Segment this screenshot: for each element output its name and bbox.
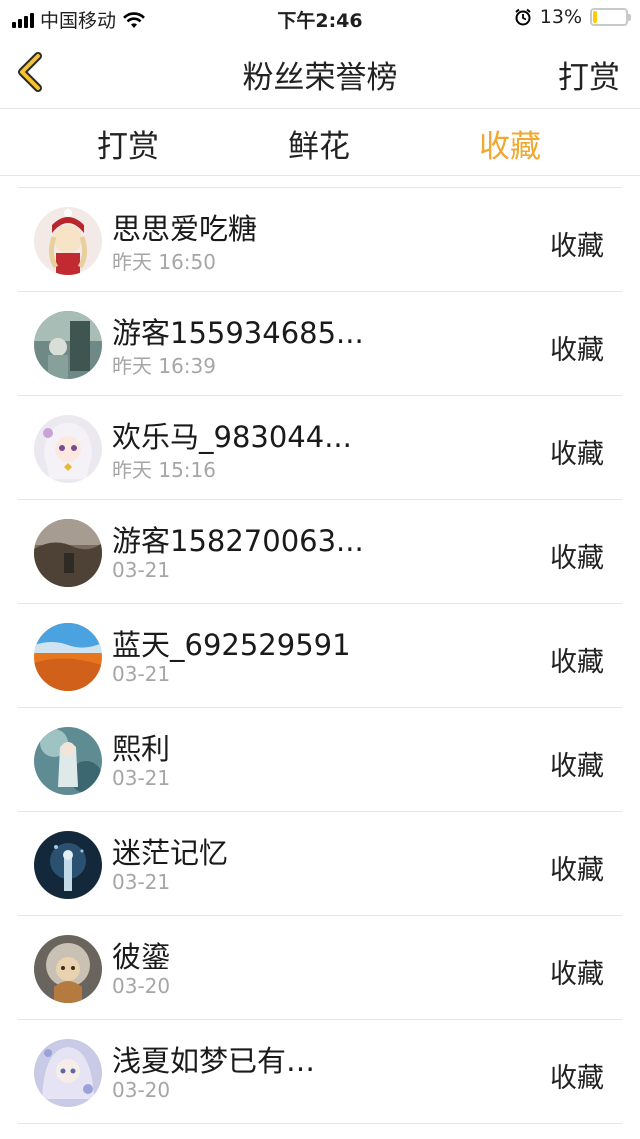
avatar xyxy=(34,727,102,795)
status-bar: 中国移动 下午2:46 13% xyxy=(0,0,640,36)
alarm-icon xyxy=(515,8,531,26)
user-name: 迷茫记忆 xyxy=(112,836,229,870)
list-item[interactable]: 欢乐马_983044... 昨天 15:16 收藏 xyxy=(18,396,622,500)
timestamp: 03-20 xyxy=(112,1078,171,1102)
back-button[interactable] xyxy=(10,48,58,96)
tab-flowers[interactable]: 鲜花 xyxy=(288,121,350,166)
page-title: 粉丝荣誉榜 xyxy=(242,60,398,96)
avatar xyxy=(34,415,102,483)
status-right: 13% xyxy=(514,6,631,28)
nav-bar: 粉丝荣誉榜 打赏 xyxy=(0,36,640,109)
favorite-label: 收藏 xyxy=(550,647,604,678)
user-name: 熙利 xyxy=(112,732,171,766)
favorite-label: 收藏 xyxy=(550,1063,604,1094)
avatar xyxy=(34,1039,102,1107)
user-name: 欢乐马_983044... xyxy=(112,420,352,454)
list-item[interactable]: 熙利 03-21 收藏 xyxy=(18,708,622,812)
user-name: 思思爱吃糖 xyxy=(112,212,258,246)
list-item[interactable]: 迷茫记忆 03-21 收藏 xyxy=(18,812,622,916)
avatar xyxy=(34,519,102,587)
user-name: 浅夏如梦已有… xyxy=(112,1044,316,1078)
favorite-label: 收藏 xyxy=(550,751,604,782)
user-name: 游客155934685... xyxy=(112,316,364,350)
nav-reward-button[interactable]: 打赏 xyxy=(558,52,620,97)
fan-list: 思思爱吃糖 昨天 16:50 收藏 游客155934685... 昨天 16:3… xyxy=(18,187,622,1124)
list-item[interactable]: 游客155934685... 昨天 16:39 收藏 xyxy=(18,292,622,396)
favorite-label: 收藏 xyxy=(550,231,604,262)
timestamp: 03-21 xyxy=(112,870,171,894)
timestamp: 03-21 xyxy=(112,766,171,790)
timestamp: 03-20 xyxy=(112,974,171,998)
tab-bar: 打赏 鲜花 收藏 xyxy=(0,109,640,176)
favorite-label: 收藏 xyxy=(550,959,604,990)
user-name: 游客158270063... xyxy=(112,524,364,558)
timestamp: 昨天 15:16 xyxy=(112,458,216,482)
timestamp: 03-21 xyxy=(112,558,171,582)
list-item[interactable]: 浅夏如梦已有… 03-20 收藏 xyxy=(18,1020,622,1124)
avatar xyxy=(34,207,102,275)
avatar xyxy=(34,831,102,899)
avatar xyxy=(34,311,102,379)
favorite-label: 收藏 xyxy=(550,335,604,366)
battery-fill xyxy=(593,11,597,23)
user-name: 彼鎏 xyxy=(112,940,171,974)
list-item[interactable]: 蓝天_692529591 03-21 收藏 xyxy=(18,604,622,708)
favorite-label: 收藏 xyxy=(550,543,604,574)
timestamp: 03-21 xyxy=(112,662,171,686)
favorite-label: 收藏 xyxy=(550,439,604,470)
list-item[interactable]: 游客158270063... 03-21 收藏 xyxy=(18,500,622,604)
list-item[interactable]: 彼鎏 03-20 收藏 xyxy=(18,916,622,1020)
tab-favorites[interactable]: 收藏 xyxy=(479,121,541,166)
timestamp: 昨天 16:50 xyxy=(112,250,216,274)
tab-reward[interactable]: 打赏 xyxy=(97,121,159,166)
favorite-label: 收藏 xyxy=(550,855,604,886)
battery-icon xyxy=(590,8,631,26)
battery-percent: 13% xyxy=(539,6,582,28)
list-item[interactable]: 思思爱吃糖 昨天 16:50 收藏 xyxy=(18,188,622,292)
user-name: 蓝天_692529591 xyxy=(112,628,351,662)
avatar xyxy=(34,623,102,691)
avatar xyxy=(34,935,102,1003)
timestamp: 昨天 16:39 xyxy=(112,354,216,378)
chevron-left-icon xyxy=(18,52,42,92)
